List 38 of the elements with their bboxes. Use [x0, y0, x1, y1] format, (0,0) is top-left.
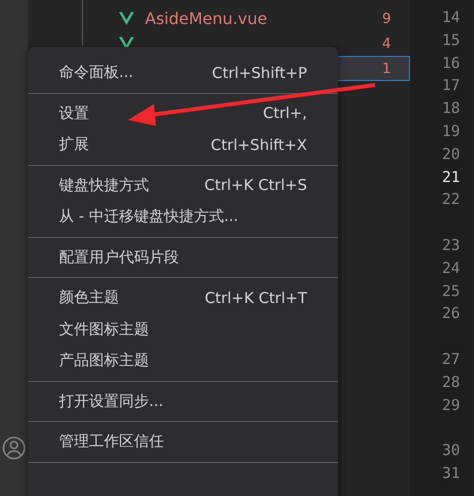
account-icon[interactable] — [2, 436, 26, 460]
line-number: 25 — [442, 282, 460, 302]
line-number: 31 — [442, 464, 460, 484]
menu-item[interactable]: 设置 Ctrl+, — [28, 98, 338, 129]
menu-item[interactable]: 从 - 中迁移键盘快捷方式... — [28, 201, 338, 232]
menu-item[interactable]: 文件图标主题 — [28, 314, 338, 345]
menu-item[interactable]: 扩展 Ctrl+Shift+X — [28, 129, 338, 160]
line-number: 15 — [442, 30, 460, 51]
problem-count: 1 — [382, 60, 391, 76]
line-number: 24 — [442, 258, 460, 279]
line-number: 17 — [442, 76, 460, 96]
line-number: 19 — [442, 122, 460, 142]
file-row[interactable]: 4 — [28, 31, 410, 56]
menu-item[interactable]: 管理工作区信任 — [28, 426, 338, 458]
line-number: 30 — [442, 441, 460, 462]
line-number: 23 — [442, 236, 460, 256]
line-number: 28 — [442, 372, 460, 393]
line-number: 14 — [442, 8, 460, 28]
line-number: 22 — [442, 190, 460, 210]
menu-item[interactable]: 颜色主题 Ctrl+K Ctrl+T — [28, 282, 338, 314]
file-row[interactable]: AsideMenu.vue 9 — [28, 6, 410, 31]
line-number: 20 — [442, 144, 460, 165]
menu-item[interactable]: 命令面板... Ctrl+Shift+P — [28, 57, 338, 88]
line-number: 18 — [442, 99, 460, 120]
line-number: 29 — [442, 396, 460, 416]
menu-item[interactable]: 键盘快捷方式 Ctrl+K Ctrl+S — [28, 170, 338, 201]
line-number: 16 — [442, 54, 460, 74]
vue-file-icon — [119, 12, 134, 25]
menu-item[interactable]: 产品图标主题 — [28, 345, 338, 376]
menu-item[interactable]: 配置用户代码片段 — [28, 242, 338, 273]
problem-count: 9 — [382, 10, 391, 26]
line-number: 27 — [442, 350, 460, 370]
line-number: 26 — [442, 304, 460, 324]
file-name: AsideMenu.vue — [145, 9, 268, 28]
menu-item[interactable]: 打开设置同步... — [28, 386, 338, 417]
line-number: 21 — [442, 168, 460, 188]
problem-count: 4 — [382, 36, 391, 52]
vue-file-icon — [119, 37, 134, 50]
